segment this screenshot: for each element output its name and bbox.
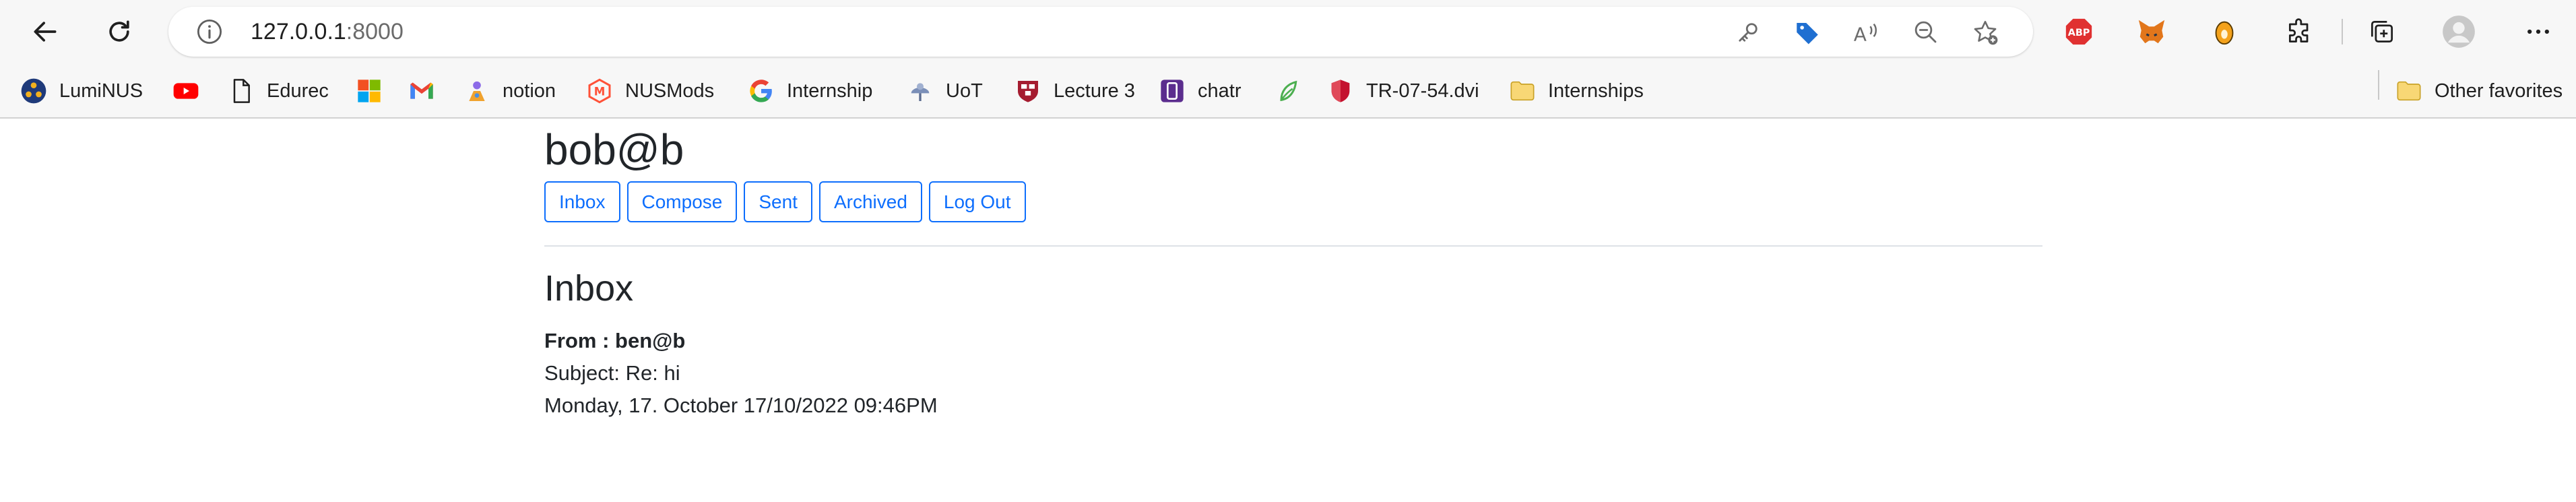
svg-text:A: A [1854,23,1867,45]
email-sender: From : ben@b [544,329,686,352]
bookmark-uot[interactable]: UoT [907,73,983,109]
bookmark-edurec[interactable]: Edurec [228,73,329,109]
chatr-icon [1159,77,1186,104]
bookmarks-bar: LumiNUS Edurec notion M NUSMods Internsh… [0,63,2576,119]
url-host: 127.0.0.1 [251,19,346,44]
bookmark-label: Internship [787,80,873,102]
read-aloud-icon[interactable]: A [1853,18,1881,46]
url-text[interactable]: 127.0.0.1:8000 [251,7,404,57]
price-tag-icon[interactable] [1793,18,1822,46]
bookmark-microsoft[interactable] [356,73,395,109]
harvard-icon [1015,77,1041,104]
bookmark-luminus[interactable]: LumiNUS [20,73,143,109]
zoom-out-icon[interactable] [1912,18,1940,46]
google-icon [748,77,775,104]
favorite-star-icon[interactable] [1971,18,1999,46]
folder-icon [1509,77,1536,104]
other-favorites-label: Other favorites [2435,80,2563,102]
extensions-button[interactable] [2281,13,2319,51]
bookmark-label: UoT [946,80,983,102]
bookmark-nusmods[interactable]: M NUSMods [586,73,714,109]
bookmark-leaf[interactable] [1275,73,1314,109]
bookmark-label: chatr [1198,80,1242,102]
archived-button[interactable]: Archived [818,181,922,222]
email-timestamp: Monday, 17. October 17/10/2022 09:46PM [544,394,938,417]
bookmark-chatr[interactable]: chatr [1159,73,1241,109]
egg-icon [2215,21,2234,45]
gmail-icon [408,77,435,104]
address-bar[interactable]: 127.0.0.1:8000 A [168,7,2033,57]
collections-icon [2371,20,2393,43]
bookmark-label: Edurec [267,80,329,102]
email-item[interactable]: From : ben@b Subject: Re: hi Monday, 17.… [544,325,938,422]
browser-toolbar: 127.0.0.1:8000 A ABP [0,0,2576,63]
folder-icon [2395,77,2422,104]
bookmark-internships[interactable]: Internships [1509,73,1644,109]
bookmark-label: notion [503,80,556,102]
puzzle-icon [2288,18,2309,43]
bookmark-label: Lecture 3 [1054,80,1135,102]
bookmark-label: LumiNUS [59,80,143,102]
refresh-button[interactable] [100,12,139,51]
email-subject: Subject: Re: hi [544,361,680,385]
sent-button[interactable]: Sent [744,181,812,222]
bookmark-lecture-3[interactable]: Lecture 3 [1015,73,1135,109]
bookmark-label: Internships [1548,80,1644,102]
svg-text:M: M [594,86,606,98]
bookmark-label: NUSMods [625,80,715,102]
key-icon[interactable] [1734,18,1762,46]
back-arrow-icon [34,22,57,42]
mailbox-title: Inbox [544,268,634,309]
bookmark-notion[interactable]: notion [463,73,556,109]
uot-icon [907,77,934,104]
url-port: :8000 [346,19,404,44]
nusmods-icon: M [586,77,613,104]
bookmark-tr-07-54[interactable]: TR-07-54.dvi [1327,73,1479,109]
browser-chrome: 127.0.0.1:8000 A ABP LumiNUS Edurec noti… [0,0,2576,119]
collections-button[interactable] [2363,13,2401,51]
shield-icon [1327,77,1354,104]
inbox-button[interactable]: Inbox [544,181,620,222]
fox-icon [2138,20,2165,44]
back-button[interactable] [26,12,65,51]
more-icon [2527,29,2549,34]
avatar-icon [2443,15,2475,48]
toolbar-separator [2342,19,2343,44]
youtube-icon [172,77,199,104]
mail-nav: Inbox Compose Sent Archived Log Out [544,181,1026,222]
leaf-icon [1275,77,1301,104]
divider [544,245,2042,247]
honey-extension-button[interactable] [2205,13,2243,51]
svg-text:ABP: ABP [2068,28,2090,38]
other-favorites[interactable]: Other favorites [2395,73,2563,109]
bookmark-gmail[interactable] [408,73,447,109]
bookmarks-separator [2378,70,2379,100]
page-icon [228,77,255,104]
adblock-icon: ABP [2065,18,2092,45]
luminus-icon [20,77,47,104]
compose-button[interactable]: Compose [626,181,738,222]
info-icon[interactable] [195,18,224,46]
profile-button[interactable] [2440,13,2478,51]
user-email-heading: bob@b [544,125,684,174]
bookmark-internship[interactable]: Internship [748,73,872,109]
refresh-icon [109,20,129,42]
notion-icon [463,77,490,104]
bookmark-youtube[interactable] [172,73,212,109]
metamask-extension-button[interactable] [2133,13,2170,51]
settings-menu-button[interactable] [2519,13,2557,51]
microsoft-icon [356,77,383,104]
logout-button[interactable]: Log Out [928,181,1026,222]
bookmark-label: TR-07-54.dvi [1366,80,1479,102]
adblock-extension-button[interactable]: ABP [2060,13,2098,51]
